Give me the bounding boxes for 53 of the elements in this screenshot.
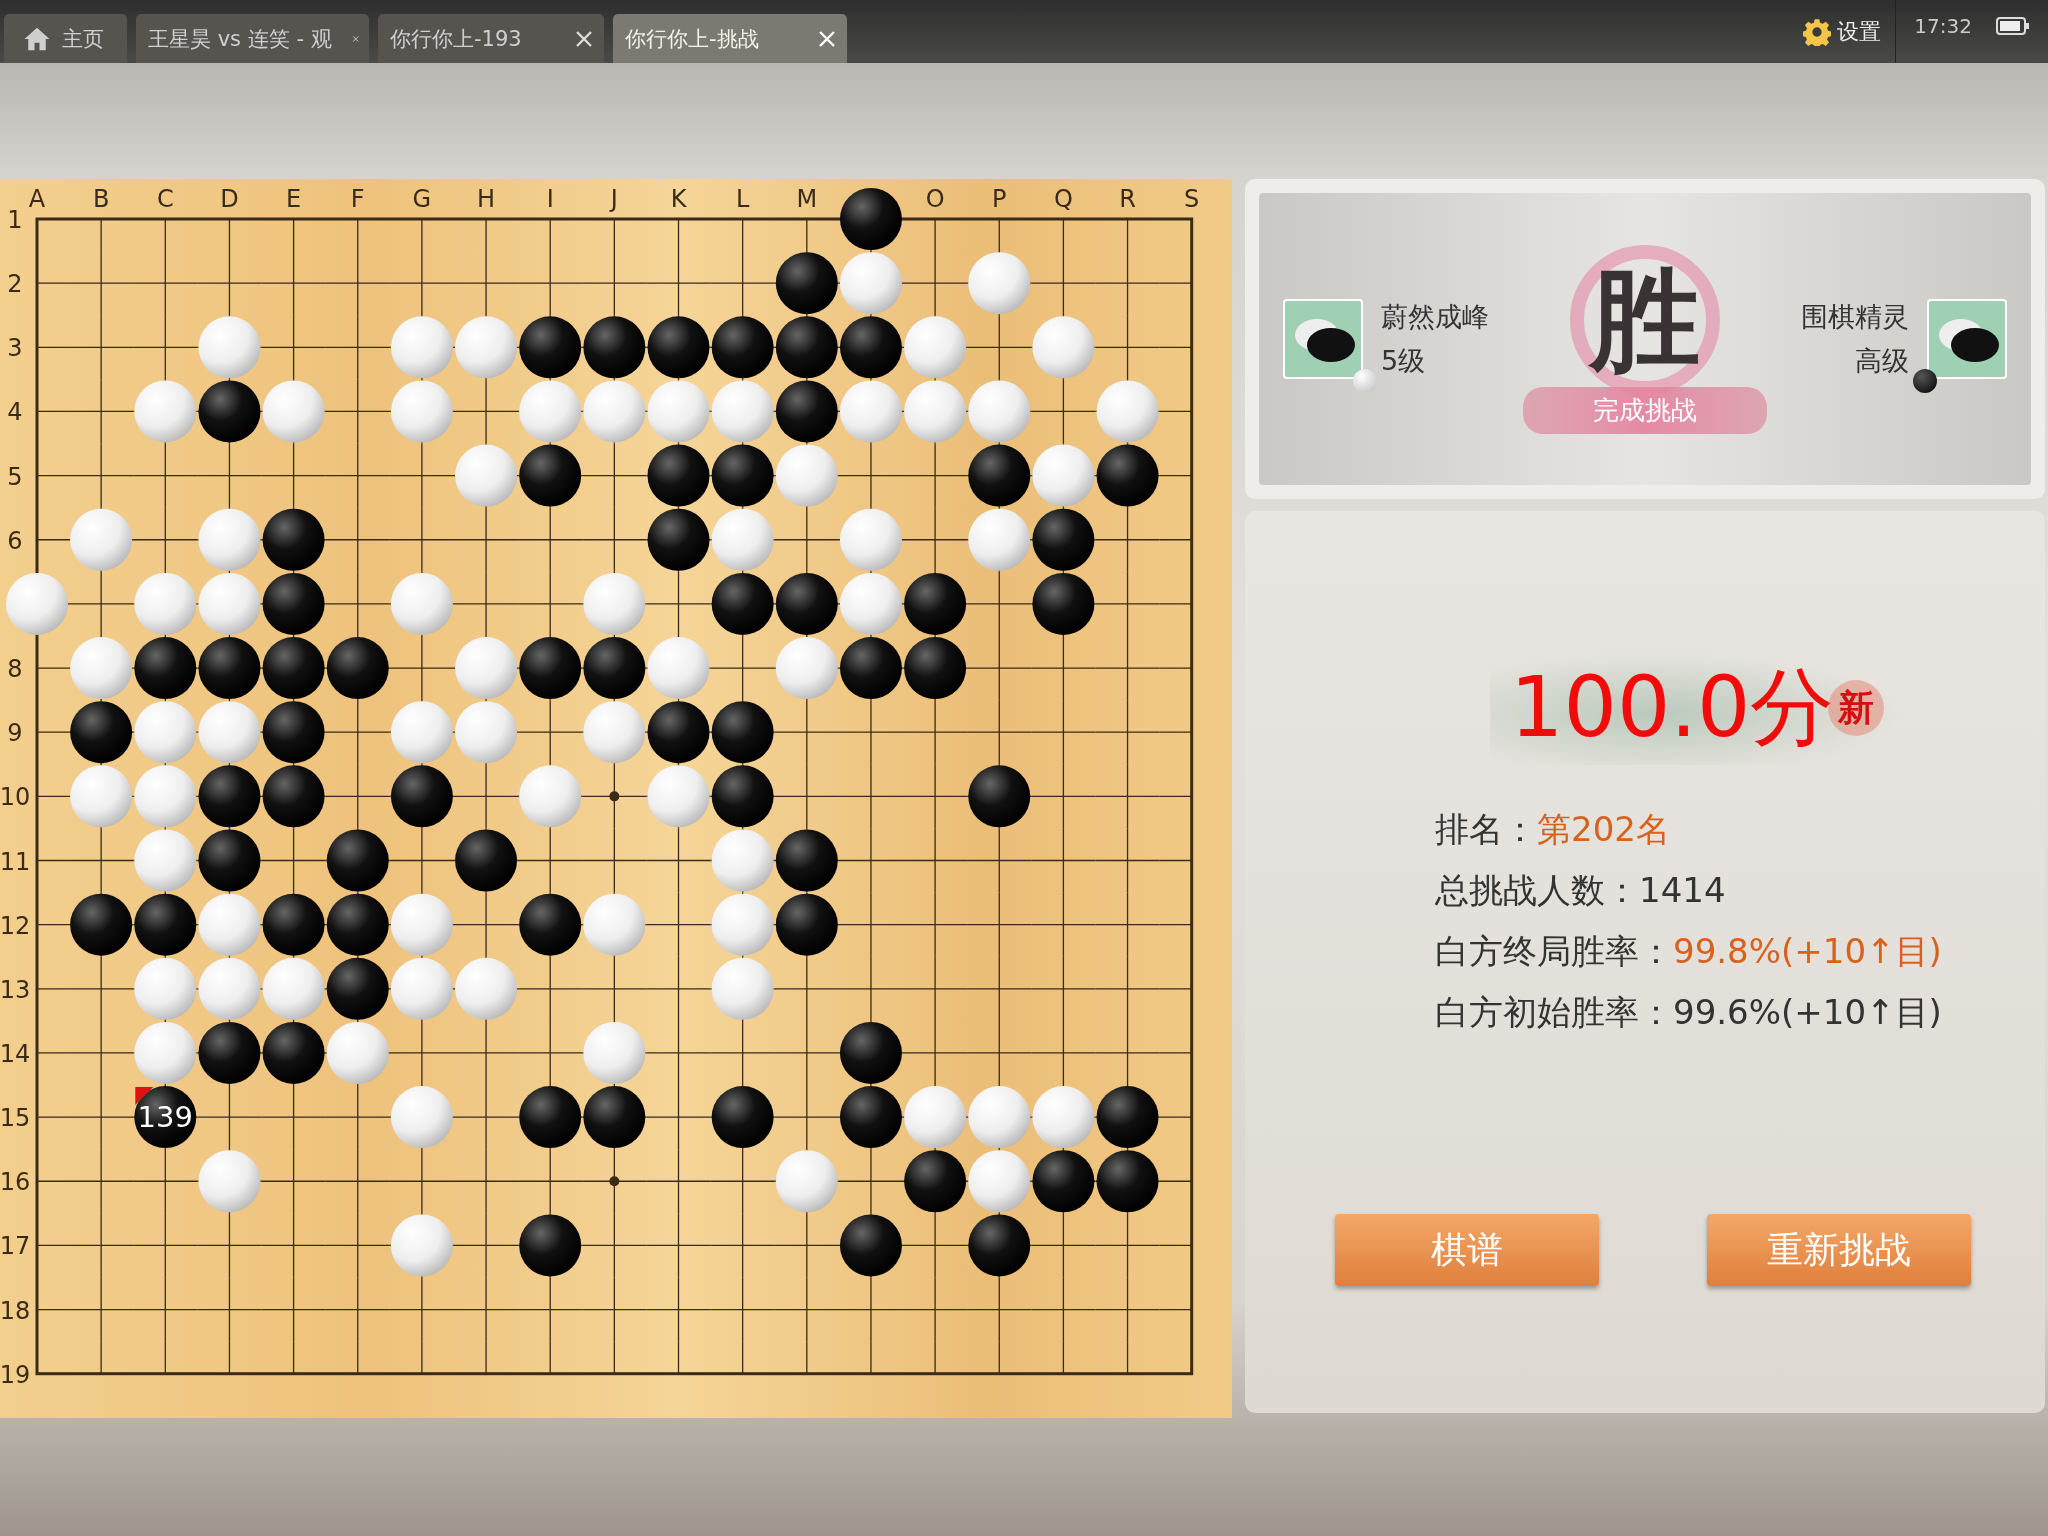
column-label: J bbox=[610, 185, 618, 213]
stat-line: 总挑战人数：1414 bbox=[1435, 869, 1727, 912]
column-label: E bbox=[286, 185, 302, 213]
victory-label: 胜 bbox=[1590, 264, 1700, 375]
tab[interactable]: 你行你上-挑战 bbox=[613, 14, 847, 63]
row-label: 4 bbox=[7, 398, 23, 427]
row-label: 9 bbox=[7, 719, 23, 748]
move-number: 139 bbox=[137, 1100, 193, 1135]
stat-line: 排名：第202名 bbox=[1435, 808, 1671, 851]
row-label: 16 bbox=[0, 1168, 31, 1197]
clock-time: 17:32 bbox=[1913, 14, 1973, 38]
stat-line: 白方终局胜率：99.8%(+10↑目) bbox=[1435, 930, 1942, 973]
column-label: R bbox=[1119, 185, 1136, 213]
column-label: O bbox=[925, 185, 945, 213]
column-label: G bbox=[412, 185, 432, 213]
column-label: H bbox=[477, 185, 496, 213]
column-label: K bbox=[670, 185, 687, 213]
column-label: B bbox=[92, 185, 110, 213]
column-label: S bbox=[1184, 185, 1200, 213]
row-label: 19 bbox=[0, 1360, 31, 1389]
stat-line: 白方初始胜率：99.6%(+10↑目) bbox=[1435, 991, 1942, 1034]
column-label: L bbox=[735, 185, 750, 213]
player-name: 围棋精灵 bbox=[1801, 300, 1909, 334]
column-label: C bbox=[156, 185, 174, 213]
player-name: 蔚然成峰 bbox=[1381, 300, 1489, 334]
column-label: P bbox=[992, 185, 1007, 213]
column-label: D bbox=[220, 185, 239, 213]
row-label: 12 bbox=[0, 911, 31, 940]
row-label: 5 bbox=[7, 462, 23, 491]
home-tab[interactable]: 主页 bbox=[4, 14, 127, 63]
column-label: A bbox=[28, 185, 46, 213]
row-label: 18 bbox=[0, 1296, 31, 1325]
column-label: Q bbox=[1053, 185, 1073, 213]
tab[interactable]: 王星昊 vs 连笑 - 观 bbox=[136, 14, 369, 63]
row-label: 1 bbox=[7, 206, 23, 234]
row-label: 2 bbox=[7, 270, 23, 299]
row-label: 6 bbox=[7, 526, 23, 555]
row-label: 17 bbox=[0, 1232, 31, 1261]
row-label: 14 bbox=[0, 1039, 31, 1068]
tab[interactable]: 你行你上-193 bbox=[378, 14, 604, 63]
row-label: 3 bbox=[7, 334, 23, 363]
row-label: 15 bbox=[0, 1104, 31, 1133]
column-label: I bbox=[546, 185, 554, 213]
player-rank: 5级 bbox=[1381, 344, 1426, 378]
player-rank: 高级 bbox=[1855, 344, 1909, 378]
challenge-complete-label: 完成挑战 bbox=[1523, 386, 1767, 434]
row-label: 10 bbox=[0, 783, 31, 812]
row-label: 13 bbox=[0, 975, 31, 1004]
row-label: 8 bbox=[7, 655, 23, 684]
settings-button[interactable]: 设置 bbox=[1803, 0, 1897, 63]
column-label: M bbox=[796, 185, 818, 213]
column-label: F bbox=[350, 185, 365, 213]
row-label: 11 bbox=[0, 847, 31, 876]
